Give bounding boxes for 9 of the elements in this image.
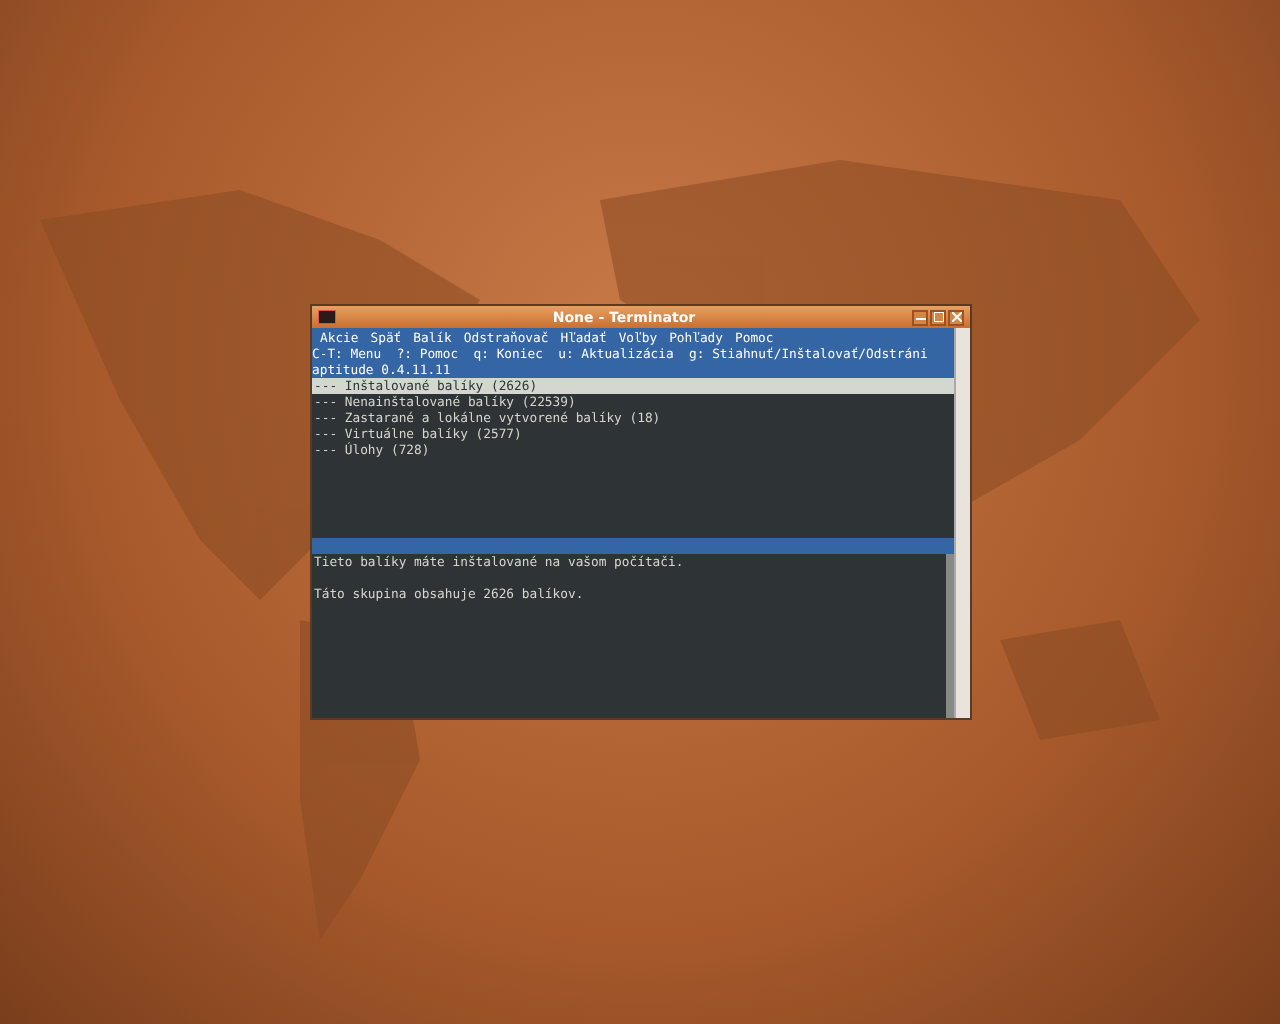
maximize-icon bbox=[933, 312, 943, 322]
terminal-icon bbox=[318, 310, 336, 324]
close-button[interactable] bbox=[948, 309, 964, 325]
scrollbar[interactable] bbox=[946, 554, 954, 718]
minimize-button[interactable] bbox=[912, 309, 928, 325]
scrollbar[interactable] bbox=[954, 328, 970, 718]
maximize-button[interactable] bbox=[930, 309, 946, 325]
minimize-icon bbox=[915, 312, 925, 322]
close-icon bbox=[951, 312, 961, 322]
